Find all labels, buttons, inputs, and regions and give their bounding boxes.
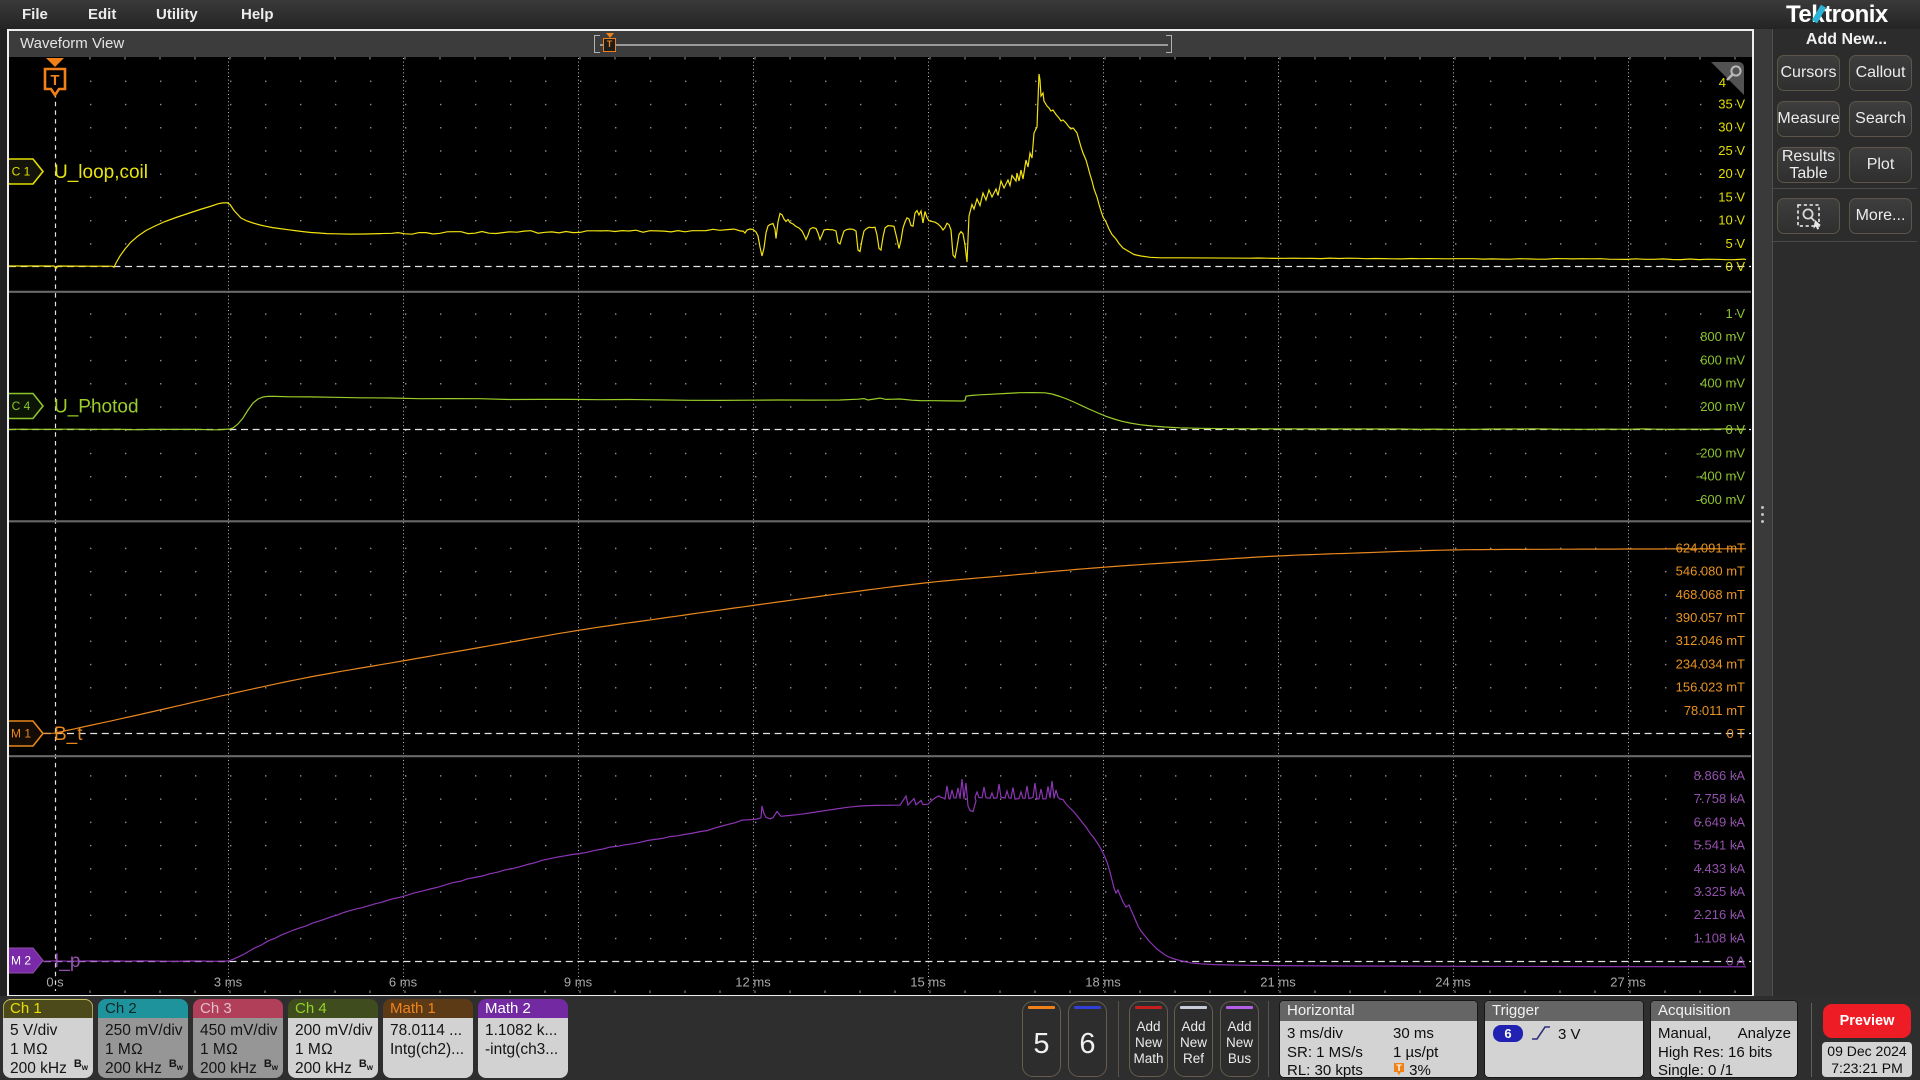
svg-text:21 ms: 21 ms [1260, 975, 1296, 990]
svg-text:312.046 mT: 312.046 mT [1676, 633, 1745, 648]
svg-text:0 A: 0 A [1726, 954, 1745, 969]
svg-text:20 V: 20 V [1718, 166, 1745, 181]
svg-text:3 ms: 3 ms [214, 975, 243, 990]
svg-text:M 2: M 2 [11, 954, 31, 968]
svg-text:B_t: B_t [54, 724, 83, 745]
svg-text:8.866 kA: 8.866 kA [1694, 768, 1746, 783]
svg-text:5 V: 5 V [1725, 236, 1745, 251]
svg-text:-200 mV: -200 mV [1696, 445, 1745, 460]
svg-text:0 V: 0 V [1725, 422, 1745, 437]
svg-text:624.091 mT: 624.091 mT [1676, 540, 1745, 555]
svg-text:390.057 mT: 390.057 mT [1676, 610, 1745, 625]
svg-text:800 mV: 800 mV [1700, 329, 1745, 344]
svg-text:0 V: 0 V [1725, 259, 1745, 274]
svg-text:2.216 kA: 2.216 kA [1694, 907, 1746, 922]
svg-text:15 ms: 15 ms [910, 975, 946, 990]
svg-text:0 T: 0 T [1726, 726, 1745, 741]
svg-text:78.011 mT: 78.011 mT [1684, 703, 1745, 718]
svg-text:25 V: 25 V [1718, 143, 1745, 158]
svg-text:18 ms: 18 ms [1085, 975, 1121, 990]
svg-text:-400 mV: -400 mV [1696, 469, 1745, 484]
svg-text:-600 mV: -600 mV [1696, 492, 1745, 507]
svg-text:4: 4 [1719, 75, 1726, 90]
svg-text:C 4: C 4 [12, 399, 31, 413]
svg-text:15 V: 15 V [1718, 189, 1745, 204]
svg-text:156.023 mT: 156.023 mT [1676, 680, 1745, 695]
svg-text:1.108 kA: 1.108 kA [1694, 931, 1746, 946]
svg-text:T: T [50, 72, 59, 89]
svg-text:9 ms: 9 ms [564, 975, 593, 990]
svg-text:U_loop,coil: U_loop,coil [54, 162, 148, 183]
svg-text:7.758 kA: 7.758 kA [1694, 791, 1746, 806]
svg-text:468.068 mT: 468.068 mT [1676, 587, 1745, 602]
svg-text:30 V: 30 V [1718, 120, 1745, 135]
svg-text:24 ms: 24 ms [1435, 975, 1471, 990]
svg-text:M 1: M 1 [11, 727, 31, 741]
svg-text:10 V: 10 V [1718, 213, 1745, 228]
svg-text:C 1: C 1 [12, 165, 31, 179]
svg-text:4.433 kA: 4.433 kA [1694, 861, 1746, 876]
svg-text:3.325 kA: 3.325 kA [1694, 884, 1746, 899]
svg-text:27 ms: 27 ms [1610, 975, 1646, 990]
svg-text:400 mV: 400 mV [1700, 376, 1745, 391]
svg-text:U_Photod: U_Photod [54, 397, 139, 418]
svg-text:T: T [1396, 1063, 1402, 1073]
svg-text:0 s: 0 s [46, 975, 64, 990]
svg-text:200 mV: 200 mV [1700, 399, 1745, 414]
svg-text:35 V: 35 V [1718, 96, 1745, 111]
svg-text:6.649 kA: 6.649 kA [1694, 814, 1746, 829]
svg-text:234.034 mT: 234.034 mT [1676, 657, 1745, 672]
svg-text:1 V: 1 V [1725, 306, 1745, 321]
svg-text:5.541 kA: 5.541 kA [1694, 838, 1746, 853]
svg-text:6 ms: 6 ms [389, 975, 418, 990]
svg-text:12 ms: 12 ms [735, 975, 771, 990]
svg-text:I_p: I_p [54, 951, 80, 972]
svg-text:600 mV: 600 mV [1700, 352, 1745, 367]
svg-text:546.080 mT: 546.080 mT [1676, 564, 1745, 579]
